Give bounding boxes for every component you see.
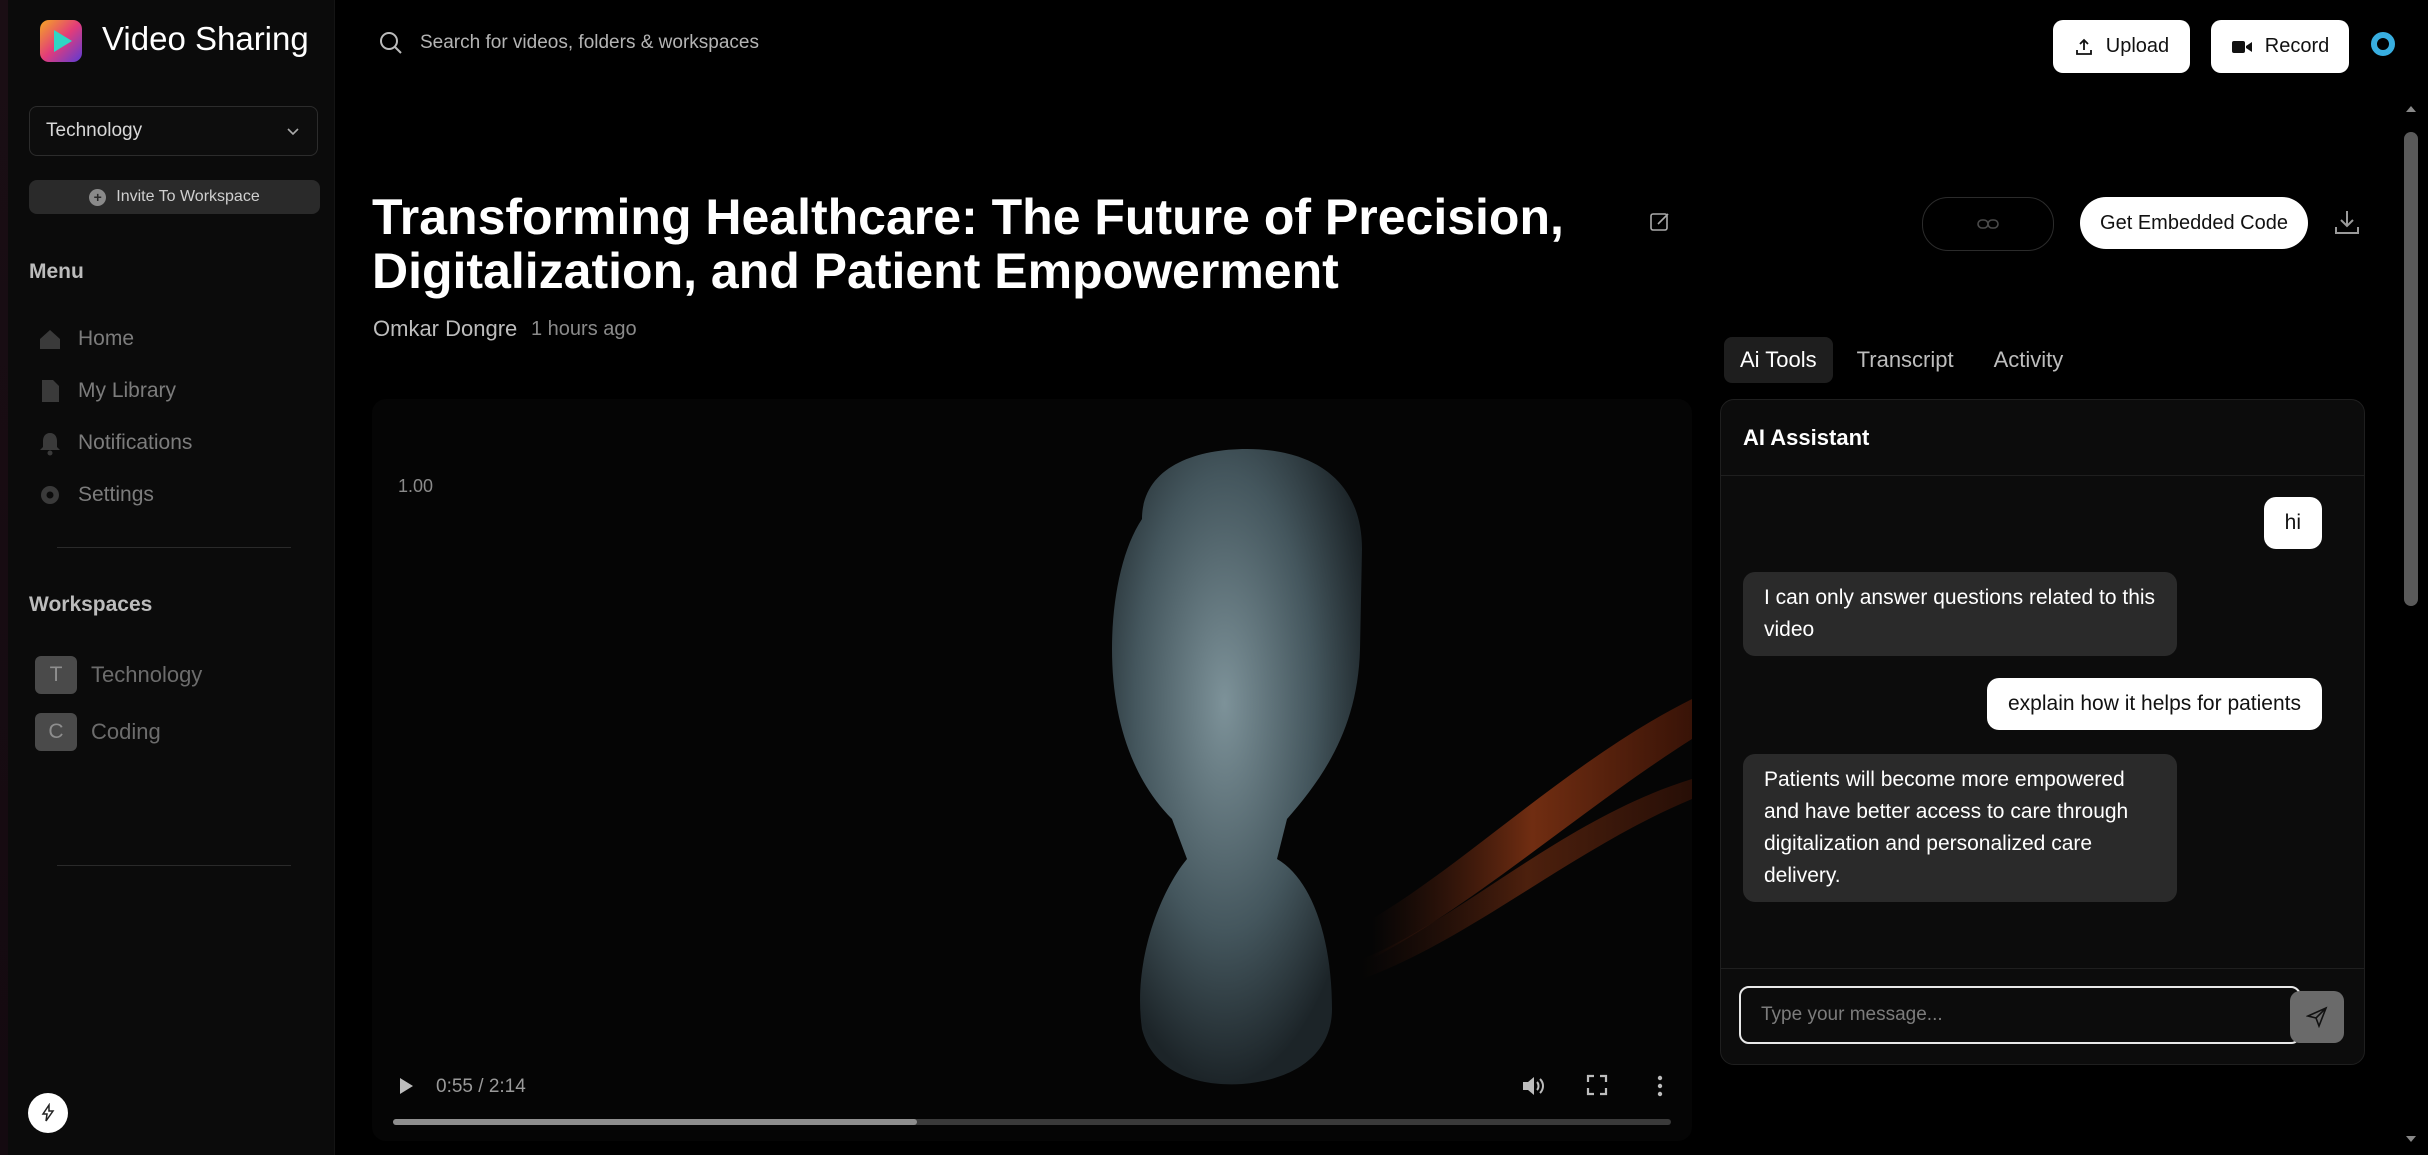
scroll-down-icon[interactable]	[2402, 1130, 2420, 1148]
video-posted-time: 1 hours ago	[531, 318, 637, 340]
app-title: Video Sharing	[102, 20, 309, 57]
play-icon[interactable]	[396, 1075, 416, 1097]
sidebar-item-label: Settings	[78, 483, 154, 506]
record-label: Record	[2264, 35, 2330, 57]
sidebar-item-label: Notifications	[78, 431, 193, 454]
chat-input-area	[1721, 968, 2364, 1066]
tab-activity[interactable]: Activity	[1978, 337, 2080, 383]
video-time: 0:55 / 2:14	[436, 1076, 526, 1097]
workspace-select-value: Technology	[46, 120, 143, 141]
more-options-icon[interactable]	[1652, 1073, 1668, 1099]
sidebar-item-notifications[interactable]: Notifications	[36, 426, 192, 460]
bolt-button[interactable]	[28, 1093, 68, 1133]
tab-ai-tools[interactable]: Ai Tools	[1724, 337, 1833, 383]
video-controls: 0:55 / 2:14	[372, 1051, 1692, 1141]
home-icon	[40, 330, 60, 349]
sidebar-item-home[interactable]: Home	[36, 322, 134, 356]
volume-icon[interactable]	[1520, 1073, 1546, 1099]
upload-icon	[2075, 38, 2092, 55]
chat-message-bot: Patients will become more empowered and …	[1743, 754, 2177, 902]
workspace-name: Technology	[91, 662, 203, 687]
sidebar-divider	[57, 547, 291, 548]
video-author: Omkar Dongre	[373, 316, 518, 341]
workspace-item-technology[interactable]: T Technology	[35, 656, 202, 694]
send-button[interactable]	[2290, 991, 2344, 1043]
bell-icon	[40, 433, 60, 456]
app-logo[interactable]	[40, 20, 82, 62]
sidebar-item-settings[interactable]: Settings	[36, 478, 154, 512]
send-icon	[2306, 1006, 2328, 1028]
playback-speed: 1.00	[398, 476, 434, 496]
video-frame-image	[1112, 449, 1692, 1085]
chat-message-input[interactable]	[1739, 986, 2301, 1044]
chat-message-user: hi	[2263, 497, 2322, 549]
record-button[interactable]: Record	[2211, 20, 2349, 73]
workspace-initial: T	[35, 656, 77, 694]
video-progress-fill	[393, 1119, 917, 1125]
chat-message-user: explain how it helps for patients	[1986, 678, 2322, 730]
workspace-select[interactable]: Technology	[29, 106, 318, 156]
upload-label: Upload	[2105, 35, 2170, 57]
video-player[interactable]: 1.00 0:55 / 2:14	[372, 399, 1692, 1141]
tab-transcript[interactable]: Transcript	[1841, 337, 1970, 383]
sidebar: Video Sharing Technology + Invite To Wor…	[0, 0, 335, 1155]
workspaces-heading: Workspaces	[29, 593, 153, 616]
scroll-thumb[interactable]	[2404, 132, 2418, 606]
invite-to-workspace-button[interactable]: + Invite To Workspace	[29, 180, 320, 214]
ai-panel-title: AI Assistant	[1721, 400, 2364, 476]
link-icon	[1977, 219, 1999, 229]
avatar[interactable]	[2371, 32, 2395, 56]
sidebar-item-my-library[interactable]: My Library	[36, 374, 176, 408]
video-camera-icon	[2231, 40, 2252, 53]
video-title: Transforming Healthcare: The Future of P…	[372, 189, 1564, 299]
download-icon[interactable]	[2332, 207, 2362, 237]
search-input[interactable]	[418, 31, 1022, 55]
video-progress-bar[interactable]	[393, 1119, 1671, 1125]
ai-assistant-panel: AI Assistant hi I can only answer questi…	[1720, 399, 2365, 1065]
workspace-item-coding[interactable]: C Coding	[35, 713, 161, 751]
search-bar[interactable]	[378, 30, 1022, 56]
plus-icon: +	[89, 188, 107, 206]
search-icon	[380, 32, 402, 54]
gear-icon	[41, 486, 59, 504]
sidebar-divider	[57, 865, 291, 866]
side-tabs: Ai Tools Transcript Activity	[1724, 337, 2079, 383]
invite-label: Invite To Workspace	[116, 188, 260, 205]
workspace-name: Coding	[91, 719, 161, 744]
chevron-down-icon	[287, 128, 299, 136]
workspace-initial: C	[35, 713, 77, 751]
scroll-up-icon[interactable]	[2402, 100, 2420, 118]
sidebar-item-label: My Library	[78, 379, 177, 402]
chat-message-bot: I can only answer questions related to t…	[1743, 572, 2177, 656]
bolt-icon	[41, 1103, 55, 1122]
get-embedded-code-button[interactable]: Get Embedded Code	[2080, 197, 2308, 249]
copy-link-button[interactable]	[1922, 197, 2054, 251]
menu-heading: Menu	[29, 260, 84, 283]
file-icon	[42, 380, 59, 402]
upload-button[interactable]: Upload	[2053, 20, 2190, 73]
sidebar-item-label: Home	[78, 327, 135, 350]
edit-icon[interactable]	[1648, 210, 1672, 234]
fullscreen-icon[interactable]	[1585, 1073, 1609, 1097]
